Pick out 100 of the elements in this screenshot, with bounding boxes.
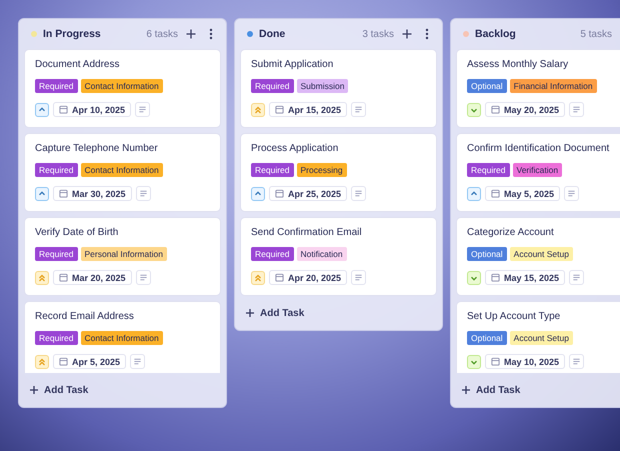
due-date[interactable]: Apr 5, 2025: [53, 354, 126, 369]
add-icon[interactable]: [184, 27, 198, 41]
add-task-button[interactable]: Add Task: [235, 296, 442, 330]
add-icon[interactable]: [400, 27, 414, 41]
notes-button[interactable]: [136, 270, 151, 285]
task-title: Process Application: [251, 143, 340, 154]
task-card[interactable]: Confirm Identification Document Required Verification May 5, 2025: [456, 133, 620, 212]
task-tag: Required: [251, 79, 294, 93]
task-card[interactable]: Set Up Account Type Optional Account Setup May 10, 2025: [456, 301, 620, 373]
lines-icon: [138, 189, 148, 198]
task-tag: Required: [467, 163, 510, 177]
priority-button[interactable]: [467, 354, 481, 368]
lines-icon: [354, 273, 364, 282]
priority-button[interactable]: [251, 270, 265, 284]
task-tag: Optional: [467, 331, 507, 345]
priority-button[interactable]: [467, 102, 481, 116]
task-tag: Account Setup: [510, 247, 573, 261]
notes-button[interactable]: [135, 102, 150, 117]
task-tag: Financial Information: [510, 79, 597, 93]
calendar-icon: [59, 105, 68, 114]
column-title: Done: [259, 28, 286, 40]
due-date[interactable]: Apr 15, 2025: [269, 102, 348, 117]
task-tag: Optional: [467, 247, 507, 261]
task-tag: Submission: [296, 79, 348, 93]
double-chevron-up-icon: [253, 104, 263, 114]
notes-button[interactable]: [136, 186, 151, 201]
task-tag: Account Setup: [510, 331, 573, 345]
lines-icon: [133, 357, 142, 366]
task-tag: Verification: [512, 163, 562, 177]
due-date[interactable]: May 5, 2025: [485, 186, 560, 201]
task-title: Assess Monthly Salary: [467, 59, 570, 70]
calendar-icon: [59, 189, 68, 198]
column-title: In Progress: [43, 28, 102, 40]
lines-icon: [572, 273, 582, 282]
task-title: Categorize Account: [467, 227, 555, 238]
due-date[interactable]: Apr 25, 2025: [269, 186, 348, 201]
priority-button[interactable]: [35, 354, 49, 368]
priority-button[interactable]: [35, 270, 49, 284]
lines-icon: [138, 105, 148, 114]
notes-button[interactable]: [351, 270, 366, 285]
notes-button[interactable]: [569, 102, 584, 117]
notes-button[interactable]: [564, 186, 580, 201]
double-chevron-up-icon: [253, 272, 263, 282]
task-card[interactable]: Assess Monthly Salary Optional Financial Information May 20, 2025: [456, 49, 620, 128]
task-tag: Contact Information: [80, 79, 163, 93]
task-title: Verify Date of Birth: [35, 227, 120, 238]
due-date[interactable]: Mar 30, 2025: [53, 186, 132, 201]
due-date[interactable]: Apr 10, 2025: [53, 102, 132, 117]
due-date[interactable]: Mar 20, 2025: [53, 270, 132, 285]
notes-button[interactable]: [130, 354, 146, 369]
priority-button[interactable]: [35, 102, 49, 116]
task-title: Record Email Address: [35, 311, 135, 322]
add-task-button[interactable]: Add Task: [451, 373, 620, 407]
task-card[interactable]: Record Email Address Required Contact Information Apr 5, 2025: [24, 301, 221, 373]
task-tag: Optional: [467, 79, 507, 93]
due-date[interactable]: May 10, 2025: [485, 354, 566, 369]
due-date[interactable]: May 20, 2025: [485, 102, 566, 117]
task-tag: Required: [251, 163, 294, 177]
due-date[interactable]: May 15, 2025: [485, 270, 566, 285]
double-chevron-up-icon: [37, 272, 47, 282]
task-title: Document Address: [35, 59, 120, 70]
task-count: 3 tasks: [362, 28, 394, 40]
calendar-icon: [275, 273, 284, 282]
plus-icon: [461, 385, 471, 395]
priority-button[interactable]: [251, 102, 265, 116]
task-tag: Required: [35, 247, 78, 261]
task-tag: Processing: [296, 163, 347, 177]
lines-icon: [572, 357, 582, 366]
task-tag: Required: [251, 247, 294, 261]
task-card[interactable]: Verify Date of Birth Required Personal Information Mar 20, 2025: [24, 217, 221, 296]
task-tag: Required: [35, 79, 78, 93]
task-card[interactable]: Categorize Account Optional Account Setup May 15, 2025: [456, 217, 620, 296]
calendar-icon: [275, 189, 284, 198]
priority-button[interactable]: [35, 186, 49, 200]
task-tag: Required: [35, 331, 78, 345]
calendar-icon: [59, 357, 68, 366]
calendar-icon: [491, 357, 500, 366]
task-card[interactable]: Capture Telephone Number Required Contact Information Mar 30, 2025: [24, 133, 221, 212]
notes-button[interactable]: [351, 102, 366, 117]
task-card[interactable]: Send Confirmation Email Required Notification Apr 20, 2025: [240, 217, 437, 296]
task-card[interactable]: Submit Application Required Submission Apr 15, 2025: [240, 49, 437, 128]
task-card[interactable]: Document Address Required Contact Information Apr 10, 2025: [24, 49, 221, 128]
priority-button[interactable]: [467, 270, 481, 284]
task-tag: Contact Information: [80, 163, 163, 177]
add-task-button[interactable]: Add Task: [19, 373, 226, 407]
task-count: 6 tasks: [146, 28, 178, 40]
notes-button[interactable]: [569, 354, 584, 369]
calendar-icon: [275, 105, 284, 114]
task-tag: Personal Information: [80, 247, 167, 261]
priority-button[interactable]: [251, 186, 265, 200]
task-card[interactable]: Process Application Required Processing Apr 25, 2025: [240, 133, 437, 212]
column-title: Backlog: [475, 28, 517, 40]
lines-icon: [572, 105, 582, 114]
notes-button[interactable]: [569, 270, 584, 285]
lines-icon: [354, 105, 364, 114]
due-date[interactable]: Apr 20, 2025: [269, 270, 348, 285]
priority-button[interactable]: [467, 186, 481, 200]
notes-button[interactable]: [351, 186, 366, 201]
task-title: Send Confirmation Email: [251, 227, 363, 238]
plus-icon: [29, 385, 39, 395]
